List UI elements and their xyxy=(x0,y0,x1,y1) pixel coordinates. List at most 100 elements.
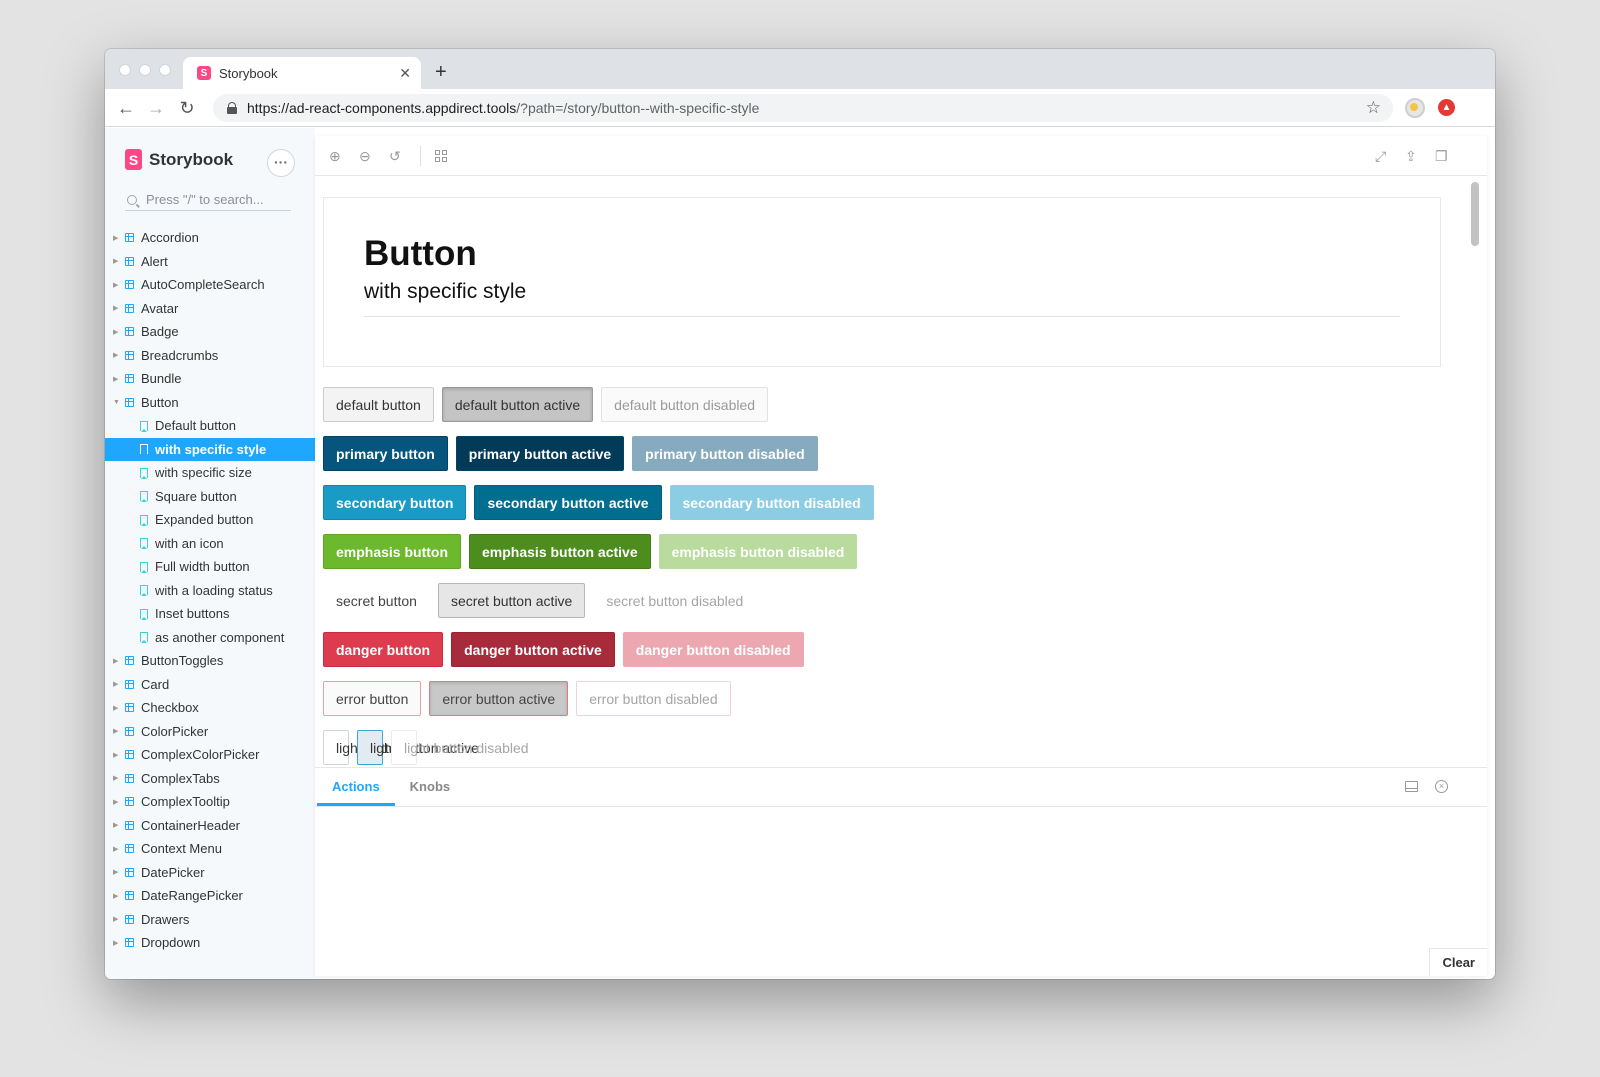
component-icon xyxy=(125,914,134,924)
extension-upload-icon[interactable]: ▲ xyxy=(1438,99,1455,116)
sidebar-item-label: Badge xyxy=(141,324,179,340)
new-tab-button[interactable]: + xyxy=(435,61,447,84)
back-arrow-icon[interactable]: ← xyxy=(115,97,137,119)
bookmark-star-icon[interactable]: ☆ xyxy=(1366,98,1381,118)
emphasis-button[interactable]: emphasis button xyxy=(323,534,462,569)
preview-toolbar: ⊕ ⊖ ↺ ⤢ ⇪ ❐ xyxy=(315,136,1487,176)
addons-panel: Actions Knobs × Clear xyxy=(315,767,1487,976)
story-item-full-width-button[interactable]: Full width button xyxy=(105,555,315,579)
component-icon xyxy=(125,726,134,736)
close-window-button[interactable] xyxy=(119,64,131,76)
tab-actions[interactable]: Actions xyxy=(317,768,395,806)
sidebar-item-colorpicker[interactable]: ▶ ColorPicker xyxy=(105,720,315,744)
primary-button-disabled: primary button disabled xyxy=(632,436,818,471)
zoom-out-icon[interactable]: ⊖ xyxy=(359,148,371,165)
canvas-scrollbar[interactable] xyxy=(1471,180,1479,768)
sidebar-item-badge[interactable]: ▶ Badge xyxy=(105,320,315,344)
primary-button[interactable]: primary button xyxy=(323,436,448,471)
sidebar-item-button[interactable]: ▼ Button xyxy=(105,391,315,415)
tab-knobs[interactable]: Knobs xyxy=(395,768,465,806)
bookmark-icon xyxy=(140,420,148,432)
sidebar-item-avatar[interactable]: ▶ Avatar xyxy=(105,297,315,321)
story-item-with-an-icon[interactable]: with an icon xyxy=(105,532,315,556)
sidebar-item-label: ComplexTabs xyxy=(141,770,220,786)
fullscreen-icon[interactable]: ⤢ xyxy=(1375,148,1386,165)
sidebar-item-complexcolorpicker[interactable]: ▶ ComplexColorPicker xyxy=(105,743,315,767)
default-button-disabled: default button disabled xyxy=(601,387,769,422)
more-menu-button[interactable]: ··· xyxy=(267,149,295,177)
reset-zoom-icon[interactable]: ↺ xyxy=(389,148,401,165)
story-item-with-specific-size[interactable]: with specific size xyxy=(105,461,315,485)
scrollbar-thumb[interactable] xyxy=(1471,182,1479,246)
secret-button-active[interactable]: secret button active xyxy=(437,583,586,618)
caret-right-icon: ▶ xyxy=(113,328,119,336)
sidebar-item-context-menu[interactable]: ▶ Context Menu xyxy=(105,837,315,861)
address-bar[interactable]: https://ad-react-components.appdirect.to… xyxy=(213,94,1393,122)
weather-extension-icon[interactable] xyxy=(1405,98,1425,118)
sidebar-item-complextabs[interactable]: ▶ ComplexTabs xyxy=(105,767,315,791)
browser-tab[interactable]: S Storybook ✕ xyxy=(183,57,421,89)
caret-right-icon: ▶ xyxy=(113,939,119,947)
dock-panel-icon[interactable] xyxy=(1405,781,1418,792)
maximize-window-button[interactable] xyxy=(159,64,171,76)
sidebar-item-label: Alert xyxy=(141,253,168,269)
danger-button-row: danger button danger button active danger … xyxy=(323,632,874,667)
story-item-square-button[interactable]: Square button xyxy=(105,485,315,509)
sidebar-item-checkbox[interactable]: ▶ Checkbox xyxy=(105,696,315,720)
secondary-button-active[interactable]: secondary button active xyxy=(474,485,662,520)
grid-icon[interactable] xyxy=(435,150,447,162)
sidebar-item-card[interactable]: ▶ Card xyxy=(105,673,315,697)
story-item-with-specific-style[interactable]: with specific style xyxy=(105,437,315,461)
sidebar-item-daterangepicker[interactable]: ▶ DateRangePicker xyxy=(105,884,315,908)
story-item-as-another-component[interactable]: as another component xyxy=(105,626,315,650)
clear-button[interactable]: Clear xyxy=(1429,948,1487,976)
story-item-inset-buttons[interactable]: Inset buttons xyxy=(105,602,315,626)
share-icon[interactable]: ⇪ xyxy=(1405,148,1417,165)
bookmark-icon xyxy=(140,444,148,456)
sidebar-item-dropdown[interactable]: ▶ Dropdown xyxy=(105,931,315,955)
sidebar-item-drawers[interactable]: ▶ Drawers xyxy=(105,908,315,932)
addon-tabs: Actions Knobs xyxy=(315,768,1487,807)
sidebar-item-complextooltip[interactable]: ▶ ComplexTooltip xyxy=(105,790,315,814)
sidebar-item-alert[interactable]: ▶ Alert xyxy=(105,250,315,274)
sidebar-item-label: ContainerHeader xyxy=(141,817,241,833)
light-button-active[interactable]: light button active xyxy=(357,730,479,765)
storybook-brand[interactable]: S Storybook xyxy=(125,149,233,170)
sidebar-item-breadcrumbs[interactable]: ▶ Breadcrumbs xyxy=(105,344,315,368)
danger-button[interactable]: danger button xyxy=(323,632,444,667)
reload-icon[interactable]: ↻ xyxy=(176,97,198,119)
sidebar-item-accordion[interactable]: ▶ Accordion xyxy=(105,226,315,250)
sidebar-item-label: Checkbox xyxy=(141,700,199,716)
sidebar-item-buttontoggles[interactable]: ▶ ButtonToggles xyxy=(105,649,315,673)
sidebar-item-containerheader[interactable]: ▶ ContainerHeader xyxy=(105,814,315,838)
error-button[interactable]: error button xyxy=(323,681,422,716)
story-item-expanded-button[interactable]: Expanded button xyxy=(105,508,315,532)
story-item-default-button[interactable]: Default button xyxy=(105,414,315,438)
sidebar-item-datepicker[interactable]: ▶ DatePicker xyxy=(105,861,315,885)
minimize-window-button[interactable] xyxy=(139,64,151,76)
sidebar-item-autocompletesearch[interactable]: ▶ AutoCompleteSearch xyxy=(105,273,315,297)
forward-arrow-icon[interactable]: → xyxy=(145,97,167,119)
light-button[interactable]: light button xyxy=(323,730,405,765)
close-panel-icon[interactable]: × xyxy=(1435,780,1448,793)
default-button-active[interactable]: default button active xyxy=(441,387,594,422)
default-button[interactable]: default button xyxy=(323,387,434,422)
emphasis-button-active[interactable]: emphasis button active xyxy=(469,534,651,569)
story-item-label: Inset buttons xyxy=(155,606,230,622)
danger-button-active[interactable]: danger button active xyxy=(451,632,615,667)
sidebar-item-bundle[interactable]: ▶ Bundle xyxy=(105,367,315,391)
component-icon xyxy=(125,327,134,337)
search-input[interactable]: Press "/" to search... xyxy=(125,189,291,211)
tab-close-icon[interactable]: ✕ xyxy=(399,65,411,82)
caret-right-icon: ▶ xyxy=(113,822,119,830)
primary-button-active[interactable]: primary button active xyxy=(455,436,625,471)
url-host: https://ad-react-components.appdirect.to… xyxy=(247,100,517,116)
secret-button[interactable]: secret button xyxy=(323,583,430,618)
story-item-with-a-loading-status[interactable]: with a loading status xyxy=(105,579,315,603)
error-button-active[interactable]: error button active xyxy=(429,681,569,716)
component-icon xyxy=(125,820,134,830)
secondary-button[interactable]: secondary button xyxy=(323,485,467,520)
copy-link-icon[interactable]: ❐ xyxy=(1435,148,1448,165)
zoom-in-icon[interactable]: ⊕ xyxy=(329,148,341,165)
caret-right-icon: ▶ xyxy=(113,751,119,759)
